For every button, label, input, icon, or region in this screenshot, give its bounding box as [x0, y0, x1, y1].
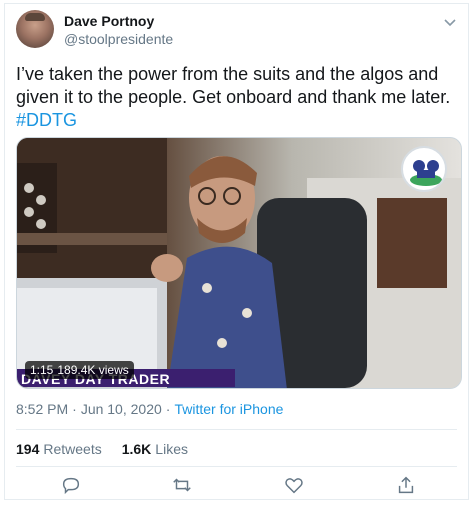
hashtag-link[interactable]: #DDTG [16, 109, 456, 132]
likes-label: Likes [155, 441, 188, 457]
video-player[interactable]: DAVEY DAY TRADER GLOBAL 1:15 189.4K view… [16, 137, 462, 389]
author-name[interactable]: Dave Portnoy [64, 13, 154, 29]
video-duration: 1:15 [30, 363, 54, 377]
author-handle[interactable]: @stoolpresidente [64, 31, 173, 47]
divider [16, 429, 457, 430]
tweet-body: I’ve taken the power from the suits and … [16, 64, 451, 107]
tweet-time[interactable]: 8:52 PM [16, 401, 68, 417]
tweet-source-link[interactable]: Twitter for iPhone [174, 401, 283, 417]
meta-separator: · [72, 401, 77, 417]
tweet-date[interactable]: Jun 10, 2020 [81, 401, 162, 417]
video-info-badge: 1:15 189.4K views [25, 361, 134, 379]
retweets-label: Retweets [43, 441, 102, 457]
reply-icon[interactable] [60, 474, 82, 496]
video-frame [17, 138, 461, 388]
retweet-icon[interactable] [171, 474, 193, 496]
video-views: 189.4K views [57, 363, 129, 377]
likes-stat[interactable]: 1.6K Likes [122, 441, 188, 457]
retweets-count: 194 [16, 441, 40, 457]
heart-icon[interactable] [283, 474, 305, 496]
tweet-card: Dave Portnoy @stoolpresidente I’ve taken… [4, 3, 469, 500]
tweet-meta: 8:52 PM · Jun 10, 2020 · Twitter for iPh… [16, 401, 283, 417]
chevron-down-icon[interactable] [442, 14, 458, 30]
ddtg-logo-badge [401, 146, 447, 192]
share-icon[interactable] [395, 474, 417, 496]
likes-count: 1.6K [121, 441, 152, 457]
divider [16, 466, 457, 467]
tweet-stats: 194 Retweets 1.6K Likes [16, 441, 188, 457]
meta-separator: · [165, 401, 171, 417]
ddtg-logo-icon [410, 160, 442, 186]
avatar[interactable] [16, 10, 54, 48]
retweets-stat[interactable]: 194 Retweets [16, 441, 102, 457]
tweet-actions [5, 474, 470, 498]
tweet-text: I’ve taken the power from the suits and … [16, 63, 456, 132]
